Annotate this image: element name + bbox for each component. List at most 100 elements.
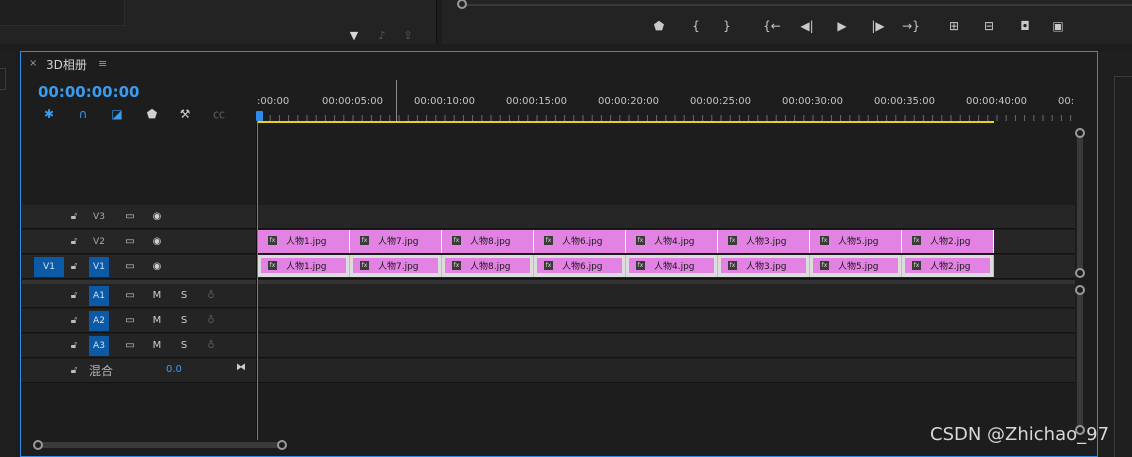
clip-v1[interactable]: fx 人物6.jpg [534, 255, 626, 277]
filter-icon[interactable]: ▼ [346, 28, 362, 44]
mute-button[interactable]: M [150, 339, 164, 353]
linked-selection-icon[interactable]: ◪ [108, 106, 126, 122]
eye-icon[interactable]: ◉ [150, 235, 164, 249]
mute-button[interactable]: M [150, 314, 164, 328]
horizontal-scrollbar-left-knob[interactable] [33, 440, 43, 450]
horizontal-scrollbar-right-knob[interactable] [277, 440, 287, 450]
step-back-icon[interactable]: ◀| [798, 18, 816, 34]
tab-menu-icon[interactable]: ≡ [98, 57, 110, 71]
solo-button[interactable]: S [177, 289, 191, 303]
ruler-label: :00:00 [257, 96, 290, 107]
clip-v2[interactable]: fx 人物1.jpg [258, 230, 350, 253]
extract-icon[interactable]: ⊟ [980, 18, 998, 34]
tab-close-icon[interactable]: × [29, 58, 39, 72]
lift-icon[interactable]: ⊞ [945, 18, 963, 34]
go-to-out-icon[interactable]: →} [902, 18, 920, 34]
video-scrollbar-bottom-knob[interactable] [1075, 268, 1085, 278]
lock-icon[interactable]: 🔓︎ [68, 210, 80, 224]
nest-sequence-icon[interactable]: ✱ [40, 106, 58, 122]
lock-icon[interactable]: 🔓︎ [68, 235, 80, 249]
mix-expand-icon[interactable]: ⧓ [234, 361, 248, 375]
track-name-a2[interactable]: A2 [89, 311, 109, 331]
microphone-icon[interactable]: ♁ [204, 314, 218, 328]
track-name-a3[interactable]: A3 [89, 336, 109, 356]
step-forward-icon[interactable]: |▶ [869, 18, 887, 34]
snap-magnet-icon[interactable]: ∩ [74, 106, 92, 122]
track-name-a1[interactable]: A1 [89, 286, 109, 306]
clip-v2[interactable]: fx 人物8.jpg [442, 230, 534, 253]
go-to-in-icon[interactable]: {← [763, 18, 781, 34]
right-panel-frame [1114, 76, 1132, 457]
fx-badge-icon: fx [728, 236, 737, 245]
clip-v1[interactable]: fx 人物8.jpg [442, 255, 534, 277]
left-panel-tab [0, 68, 6, 90]
clip-v1[interactable]: fx 人物3.jpg [718, 255, 810, 277]
sequence-tab-title[interactable]: 3D相册 [46, 56, 87, 72]
clip-name: 人物6.jpg [562, 262, 603, 272]
add-marker-icon[interactable]: ⬟ [650, 18, 668, 34]
lock-icon[interactable]: 🔓︎ [68, 314, 80, 328]
mark-out-icon[interactable]: } [718, 18, 736, 34]
sync-lock-icon[interactable]: ▭ [123, 339, 137, 353]
clip-name: 人物1.jpg [286, 262, 327, 272]
track-name-v2[interactable]: V2 [89, 232, 109, 252]
ruler-label: 00:00:25:00 [690, 96, 752, 107]
lock-icon[interactable]: 🔓︎ [68, 339, 80, 353]
track-name-v3[interactable]: V3 [89, 207, 109, 227]
clip-v2[interactable]: fx 人物3.jpg [718, 230, 810, 253]
eye-icon[interactable]: ◉ [150, 260, 164, 274]
sync-lock-icon[interactable]: ▭ [123, 260, 137, 274]
mix-volume-value[interactable]: 0.0 [166, 364, 182, 375]
clip-v1[interactable]: fx 人物1.jpg [258, 255, 350, 277]
mark-in-icon[interactable]: { [687, 18, 705, 34]
audio-scrollbar-track[interactable] [1077, 292, 1083, 432]
playhead-handle[interactable] [256, 111, 263, 121]
horizontal-scrollbar-track[interactable] [40, 442, 282, 448]
clip-v1[interactable]: fx 人物2.jpg [902, 255, 994, 277]
video-scrollbar-track[interactable] [1077, 135, 1083, 273]
track-row-v3[interactable] [22, 205, 1075, 229]
compare-view-icon[interactable]: ▣ [1049, 18, 1067, 34]
audio-empty-area[interactable] [22, 384, 1075, 440]
lock-icon[interactable]: 🔓︎ [68, 289, 80, 303]
sync-lock-icon[interactable]: ▭ [123, 235, 137, 249]
solo-button[interactable]: S [177, 339, 191, 353]
ruler-label: 00:00:05:00 [322, 96, 384, 107]
playhead-line[interactable] [257, 120, 258, 440]
source-patch-v1[interactable]: V1 [34, 257, 64, 277]
fx-badge-icon: fx [360, 236, 369, 245]
clip-v2[interactable]: fx 人物5.jpg [810, 230, 902, 253]
camera-icon[interactable]: ◘ [1016, 18, 1034, 34]
clip-name: 人物8.jpg [470, 262, 511, 272]
sync-lock-icon[interactable]: ▭ [123, 210, 137, 224]
solo-button[interactable]: S [177, 314, 191, 328]
eye-icon[interactable]: ◉ [150, 210, 164, 224]
add-marker-icon[interactable]: ⬟ [143, 106, 161, 122]
sync-lock-icon[interactable]: ▭ [123, 314, 137, 328]
clip-v1[interactable]: fx 人物7.jpg [350, 255, 442, 277]
audio-scrollbar-top-knob[interactable] [1075, 285, 1085, 295]
lock-icon[interactable]: 🔓︎ [68, 260, 80, 274]
clip-v1[interactable]: fx 人物5.jpg [810, 255, 902, 277]
video-empty-area[interactable] [22, 124, 1075, 204]
wrench-icon[interactable]: ⚒ [176, 106, 194, 122]
video-scrollbar-top-knob[interactable] [1075, 128, 1085, 138]
clip-v2[interactable]: fx 人物2.jpg [902, 230, 994, 253]
clip-v2[interactable]: fx 人物6.jpg [534, 230, 626, 253]
clip-v2[interactable]: fx 人物7.jpg [350, 230, 442, 253]
fx-badge-icon: fx [912, 236, 921, 245]
playhead-timecode[interactable]: 00:00:00:00 [38, 83, 140, 101]
sync-lock-icon[interactable]: ▭ [123, 289, 137, 303]
fx-badge-icon: fx [360, 261, 369, 270]
microphone-icon[interactable]: ♁ [204, 339, 218, 353]
lock-icon[interactable]: 🔓︎ [68, 364, 80, 378]
program-scrubber-track[interactable] [462, 4, 1132, 6]
work-area-bar[interactable] [258, 121, 994, 123]
play-icon[interactable]: ▶ [833, 18, 851, 34]
clip-v2[interactable]: fx 人物4.jpg [626, 230, 718, 253]
clip-v1[interactable]: fx 人物4.jpg [626, 255, 718, 277]
track-name-v1[interactable]: V1 [89, 257, 109, 277]
microphone-icon[interactable]: ♁ [204, 289, 218, 303]
mix-label: 混合 [89, 364, 114, 378]
mute-button[interactable]: M [150, 289, 164, 303]
